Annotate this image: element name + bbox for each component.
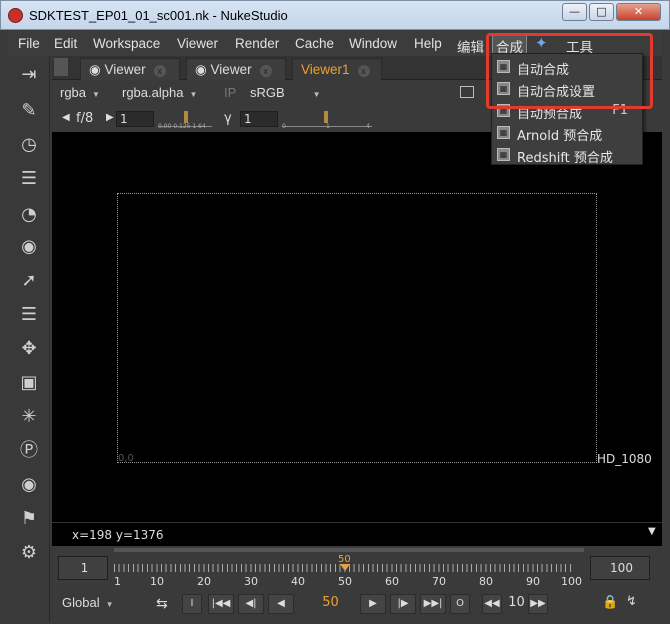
prev-keyframe-icon[interactable]: ◀| xyxy=(238,594,264,614)
menu-item-label: Redshift 预合成 xyxy=(517,151,613,166)
gamma-slider[interactable]: 0 1 4 xyxy=(282,111,372,130)
menu-render[interactable]: Render xyxy=(235,36,279,51)
tab-viewer-2[interactable]: ◉ Viewer x xyxy=(186,58,286,80)
lock-icon[interactable]: 🔒 xyxy=(602,595,618,610)
composite-icon: ▦ xyxy=(497,148,510,161)
next-keyframe-icon[interactable]: |▶ xyxy=(390,594,416,614)
transform-icon[interactable]: ✥ xyxy=(18,338,40,360)
step-forward-icon[interactable]: ▶▶ xyxy=(528,594,548,614)
left-toolbar: ⇥ ✎ ◷ ☰ ◔ ◉ ➚ ☰ ✥ ▣ ✳ Ⓟ ◉ ⚑ ⚙ xyxy=(8,56,50,622)
channel-icon[interactable]: ☰ xyxy=(18,168,40,190)
fstop-left-icon[interactable]: ◀ xyxy=(62,112,70,123)
channels-dropdown[interactable]: rgba ▼ xyxy=(56,84,112,102)
image-io-icon[interactable]: ⇥ xyxy=(18,64,40,86)
first-frame-icon[interactable]: |◀◀ xyxy=(208,594,234,614)
fstop-label: f/8 xyxy=(76,111,94,126)
export-icon[interactable]: ↯ xyxy=(626,594,637,609)
start-frame[interactable]: 1 xyxy=(58,556,108,580)
timeline-track xyxy=(114,548,584,552)
filter-icon[interactable]: ◉ xyxy=(18,236,40,258)
loop-icon[interactable]: ⇆ xyxy=(156,596,168,612)
menu-edit-cn[interactable]: 编辑 xyxy=(457,36,484,56)
step-back-icon[interactable]: ◀◀ xyxy=(482,594,502,614)
gamma-tick: 1 xyxy=(326,123,330,130)
gamma-tick: 0 xyxy=(282,123,286,130)
menu-cache[interactable]: Cache xyxy=(295,36,334,51)
expand-down-icon[interactable]: ▼ xyxy=(648,526,656,537)
title-bar: SDKTEST_EP01_01_sc001.nk - NukeStudio — … xyxy=(0,0,670,30)
play-forward-icon[interactable]: ▶ xyxy=(360,594,386,614)
eye-icon: ◉ xyxy=(89,62,101,77)
metadata-icon[interactable]: ⚑ xyxy=(18,508,40,530)
menu-edit[interactable]: Edit xyxy=(54,36,77,51)
end-frame[interactable]: 100 xyxy=(590,556,650,580)
minimize-button[interactable]: — xyxy=(562,3,587,21)
close-button[interactable]: ✕ xyxy=(616,3,661,21)
format-label: HD_1080 xyxy=(597,452,652,466)
scope-dropdown[interactable]: Global ▼ xyxy=(58,594,128,612)
gain-field[interactable]: 1 xyxy=(116,111,154,127)
gamma-label: γ xyxy=(224,111,232,126)
gain-slider[interactable]: 0.00 0.125 1 64 xyxy=(158,111,212,130)
timeline: 1 50 1 10 20 30 40 50 60 70 80 90 100 10… xyxy=(52,548,662,590)
merge-icon[interactable]: ☰ xyxy=(18,304,40,326)
ip-button[interactable]: IP xyxy=(220,84,240,102)
annotation-highlight-box xyxy=(486,33,653,109)
menu-item-label: Arnold 预合成 xyxy=(517,129,603,144)
menu-item-arnold-precomp[interactable]: ▦ Arnold 预合成 xyxy=(492,122,642,144)
gamma-slider-handle[interactable] xyxy=(324,111,328,123)
menu-file[interactable]: File xyxy=(18,36,40,51)
close-icon[interactable]: x xyxy=(153,65,166,77)
close-icon[interactable]: x xyxy=(259,65,272,77)
draw-icon[interactable]: ✎ xyxy=(18,100,40,122)
tab-viewer-1[interactable]: ◉ Viewer x xyxy=(80,58,180,80)
lut-dropdown[interactable]: sRGB ▼ xyxy=(246,84,324,102)
timeline-ruler[interactable]: 50 1 10 20 30 40 50 60 70 80 90 100 xyxy=(114,548,584,590)
in-point-button[interactable]: I xyxy=(182,594,202,614)
deep-icon[interactable]: Ⓟ xyxy=(18,440,40,462)
alpha-dropdown[interactable]: rgba.alpha ▼ xyxy=(118,84,214,102)
last-frame-icon[interactable]: ▶▶| xyxy=(420,594,446,614)
timeline-ticks xyxy=(114,564,574,572)
transport-bar: Global ▼ ⇆ I |◀◀ ◀| ◀ 50 ▶ |▶ ▶▶| O ◀◀ 10… xyxy=(52,590,662,622)
tab-viewer1[interactable]: Viewer1 x xyxy=(292,58,382,80)
color-icon[interactable]: ◔ xyxy=(18,204,40,226)
particles-icon[interactable]: ✳ xyxy=(18,406,40,428)
format-frame xyxy=(117,193,597,463)
views-icon[interactable]: ◉ xyxy=(18,474,40,496)
fstop-right-icon[interactable]: ▶ xyxy=(106,112,114,123)
out-point-button[interactable]: O xyxy=(450,594,470,614)
step-field[interactable]: 10 xyxy=(504,594,526,614)
gain-ticks: 0.00 0.125 1 64 xyxy=(158,123,206,130)
menu-item-redshift-precomp[interactable]: ▦ Redshift 预合成 xyxy=(492,144,642,166)
composite-icon: ▦ xyxy=(497,126,510,139)
time-icon[interactable]: ◷ xyxy=(18,134,40,156)
close-icon[interactable]: x xyxy=(357,65,370,77)
origin-label: 0,0 xyxy=(118,453,134,464)
current-frame-field[interactable]: 50 xyxy=(300,594,358,614)
gain-slider-handle[interactable] xyxy=(184,111,188,123)
pane-menu-icon[interactable] xyxy=(54,58,68,76)
roi-icon[interactable] xyxy=(460,86,474,98)
app-icon xyxy=(8,8,23,23)
menu-viewer[interactable]: Viewer xyxy=(177,36,218,51)
menu-workspace[interactable]: Workspace xyxy=(93,36,160,51)
pixel-coords: x=198 y=1376 xyxy=(72,528,164,542)
keyer-icon[interactable]: ➚ xyxy=(18,270,40,292)
gamma-field[interactable]: 1 xyxy=(240,111,278,127)
other-tools-icon[interactable]: ⚙ xyxy=(18,542,40,564)
gamma-tick: 4 xyxy=(366,123,370,130)
play-backward-icon[interactable]: ◀ xyxy=(268,594,294,614)
menu-window[interactable]: Window xyxy=(349,36,397,51)
3d-icon[interactable]: ▣ xyxy=(18,372,40,394)
menu-help[interactable]: Help xyxy=(414,36,442,51)
maximize-button[interactable]: □ xyxy=(589,3,614,21)
window-title: SDKTEST_EP01_01_sc001.nk - NukeStudio xyxy=(29,8,288,23)
eye-icon: ◉ xyxy=(195,62,207,77)
coords-bar: x=198 y=1376 ▼ xyxy=(52,522,662,546)
